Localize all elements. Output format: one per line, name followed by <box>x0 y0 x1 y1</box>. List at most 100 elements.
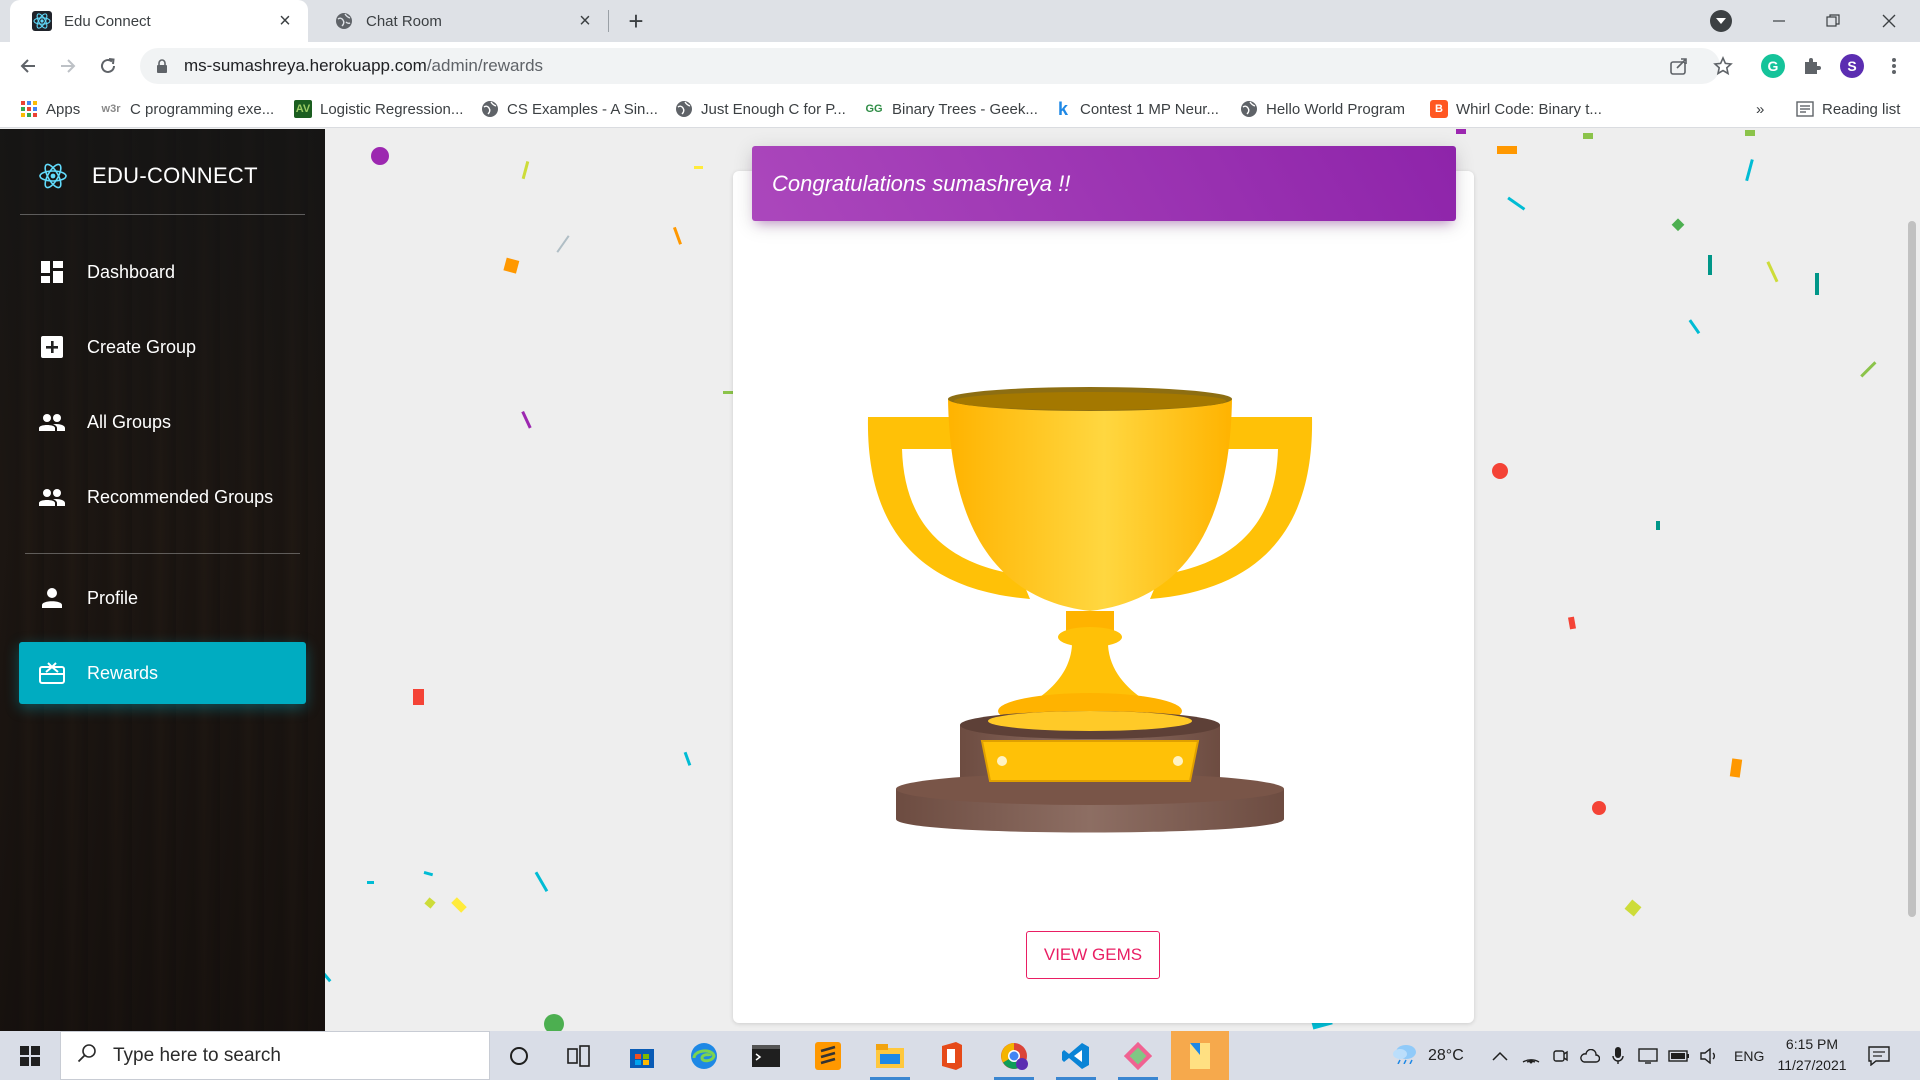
chrome-icon[interactable] <box>985 1031 1043 1080</box>
divider <box>25 553 300 554</box>
profile-avatar[interactable]: S <box>1840 54 1864 78</box>
k-icon: k <box>1057 98 1068 119</box>
back-icon[interactable] <box>12 50 44 82</box>
bookmark-cs-examples[interactable]: CS Examples - A Sin... <box>481 98 658 120</box>
trophy-image <box>867 387 1313 833</box>
sidebar-item-label: Dashboard <box>87 261 176 282</box>
tab-separator <box>608 10 609 32</box>
globe-icon <box>334 11 354 31</box>
share-icon[interactable] <box>1668 55 1690 77</box>
weather-widget[interactable]: 28°C <box>1392 1031 1464 1080</box>
sidebar-item-label: Profile <box>87 587 139 608</box>
grammarly-extension-icon[interactable]: G <box>1761 54 1785 78</box>
sticky-notes-icon[interactable] <box>1171 1031 1229 1080</box>
terminal-icon[interactable] <box>737 1031 795 1080</box>
sidebar-item-rewards[interactable]: Rewards <box>19 642 306 704</box>
vscode-icon[interactable] <box>1047 1031 1105 1080</box>
url-path: /admin/rewards <box>426 56 544 75</box>
git-kraken-icon[interactable] <box>1109 1031 1167 1080</box>
task-view-icon[interactable] <box>550 1031 608 1080</box>
bookmark-label: Apps <box>46 100 81 118</box>
tab-search-icon[interactable] <box>1710 10 1732 32</box>
page-scrollbar[interactable] <box>1908 221 1916 917</box>
apps-grid-icon <box>20 100 38 118</box>
sidebar: EDU-CONNECT Dashboard Create Group All G… <box>0 129 325 1031</box>
reload-icon[interactable] <box>92 50 124 82</box>
microsoft-store-icon[interactable] <box>613 1031 671 1080</box>
browser-tab-strip: Edu Connect × Chat Room × + <box>0 0 1920 42</box>
tab-edu-connect[interactable]: Edu Connect × <box>10 0 308 42</box>
cortana-icon[interactable] <box>490 1031 548 1080</box>
gift-card-icon <box>19 662 85 684</box>
minimize-icon[interactable] <box>1752 0 1806 42</box>
sidebar-item-label: Rewards <box>87 662 159 683</box>
sublime-text-icon[interactable] <box>799 1031 857 1080</box>
bookmark-star-icon[interactable] <box>1712 55 1734 77</box>
input-language[interactable]: ENG <box>1734 1031 1764 1080</box>
bookmark-just-enough-c[interactable]: Just Enough C for P... <box>675 98 846 120</box>
sidebar-item-create-group[interactable]: Create Group <box>19 316 306 378</box>
bookmark-label: Hello World Program <box>1266 100 1405 118</box>
bookmark-logistic-regression[interactable]: AV Logistic Regression... <box>294 98 463 120</box>
globe-icon <box>1240 100 1258 118</box>
bookmark-label: Logistic Regression... <box>320 100 464 118</box>
tab-chat-room[interactable]: Chat Room × <box>312 0 608 42</box>
blogger-icon: B <box>1430 100 1448 118</box>
bookmark-label: Whirl Code: Binary t... <box>1456 100 1602 118</box>
view-gems-button[interactable]: VIEW GEMS <box>1026 931 1160 979</box>
microphone-icon[interactable] <box>1612 1031 1624 1080</box>
restore-icon[interactable] <box>1806 0 1860 42</box>
notifications-icon[interactable] <box>1868 1031 1890 1080</box>
new-tab-icon[interactable]: + <box>622 8 650 36</box>
meet-now-icon[interactable] <box>1552 1031 1568 1080</box>
reading-list-icon <box>1796 100 1814 118</box>
bookmark-whirl-code[interactable]: B Whirl Code: Binary t... <box>1430 98 1602 120</box>
close-tab-icon[interactable]: × <box>574 10 596 32</box>
brand[interactable]: EDU-CONNECT <box>20 151 305 201</box>
bookmark-hello-world[interactable]: Hello World Program <box>1240 98 1405 120</box>
sidebar-item-label: Recommended Groups <box>87 486 274 507</box>
close-tab-icon[interactable]: × <box>274 10 296 32</box>
file-explorer-icon[interactable] <box>861 1031 919 1080</box>
close-window-icon[interactable] <box>1862 0 1916 42</box>
network-icon[interactable] <box>1638 1031 1658 1080</box>
react-logo-icon <box>20 161 86 191</box>
globe-icon <box>675 100 693 118</box>
browser-toolbar: ms-sumashreya.herokuapp.com/admin/reward… <box>0 42 1920 90</box>
sidebar-item-recommended-groups[interactable]: Recommended Groups <box>19 466 306 528</box>
bookmark-apps[interactable]: Apps <box>20 98 80 120</box>
edge-browser-icon[interactable] <box>675 1031 733 1080</box>
bookmark-label: Just Enough C for P... <box>701 100 846 118</box>
battery-icon[interactable] <box>1668 1031 1690 1080</box>
taskbar-search-box[interactable]: Type here to search <box>60 1031 490 1080</box>
w3r-icon: w3r <box>101 103 121 115</box>
sidebar-item-all-groups[interactable]: All Groups <box>19 391 306 453</box>
address-bar[interactable]: ms-sumashreya.herokuapp.com/admin/reward… <box>140 48 1720 84</box>
bookmark-c-programming[interactable]: w3r C programming exe... <box>100 98 275 120</box>
page-content: EDU-CONNECT Dashboard Create Group All G… <box>0 129 1920 1031</box>
system-clock[interactable]: 6:15 PM 11/27/2021 <box>1764 1034 1860 1078</box>
bookmark-binary-trees[interactable]: GG Binary Trees - Geek... <box>864 98 1037 120</box>
clock-date: 11/27/2021 <box>1777 1057 1847 1073</box>
bookmark-label: Contest 1 MP Neur... <box>1080 100 1219 118</box>
analytics-icon: AV <box>294 100 312 118</box>
reading-list-button[interactable]: Reading list <box>1796 98 1900 120</box>
show-hidden-icons-icon[interactable] <box>1492 1031 1508 1080</box>
more-menu-icon[interactable] <box>1882 54 1906 78</box>
office-icon[interactable] <box>923 1031 981 1080</box>
bookmark-label: C programming exe... <box>130 100 275 118</box>
clock-time: 6:15 PM <box>1785 1036 1839 1052</box>
bookmark-contest[interactable]: k Contest 1 MP Neur... <box>1054 98 1219 120</box>
windows-start-icon[interactable] <box>0 1031 60 1080</box>
volume-icon[interactable] <box>1700 1031 1720 1080</box>
url-host: ms-sumashreya.herokuapp.com <box>184 56 427 75</box>
sidebar-item-dashboard[interactable]: Dashboard <box>19 241 306 303</box>
forward-icon[interactable] <box>52 50 84 82</box>
people-icon <box>19 488 85 506</box>
card-header: Congratulations sumashreya !! <box>752 146 1456 221</box>
extensions-puzzle-icon[interactable] <box>1800 54 1824 78</box>
wifi-icon[interactable] <box>1522 1031 1540 1080</box>
sidebar-item-profile[interactable]: Profile <box>19 567 306 629</box>
more-bookmarks-icon[interactable]: » <box>1756 98 1764 120</box>
onedrive-icon[interactable] <box>1580 1031 1600 1080</box>
